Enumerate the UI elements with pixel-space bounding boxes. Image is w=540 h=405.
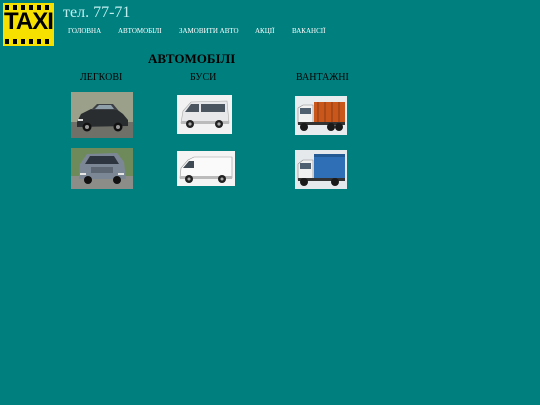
box-truck-photo[interactable] bbox=[295, 150, 347, 189]
taxi-logo[interactable]: TAXI bbox=[3, 3, 54, 46]
minibus-photo[interactable] bbox=[177, 95, 232, 134]
nav-item-home[interactable]: ГОЛОВНА bbox=[68, 27, 101, 35]
category-trucks[interactable]: ВАНТАЖНІ bbox=[296, 72, 349, 83]
nav-item-order[interactable]: ЗАМОВИТИ АВТО bbox=[179, 27, 239, 35]
nav-item-vacancies[interactable]: ВАКАНСІЇ bbox=[292, 27, 325, 35]
logo-text: TAXI bbox=[4, 8, 54, 35]
category-cars[interactable]: ЛЕГКОВІ bbox=[80, 72, 122, 83]
page-title: АВТОМОБІЛІ bbox=[148, 51, 236, 66]
cargo-van-photo[interactable] bbox=[177, 151, 235, 186]
checker-pattern bbox=[5, 39, 52, 44]
dump-truck-photo[interactable] bbox=[295, 96, 347, 135]
phone-number: тел. 77-71 bbox=[63, 4, 131, 21]
minivan-photo[interactable] bbox=[71, 148, 133, 189]
car-photo[interactable] bbox=[71, 92, 133, 138]
nav-item-promotions[interactable]: АКЦІЇ bbox=[255, 27, 274, 35]
nav-item-cars[interactable]: АВТОМОБІЛІ bbox=[118, 27, 162, 35]
category-buses[interactable]: БУСИ bbox=[190, 72, 216, 83]
